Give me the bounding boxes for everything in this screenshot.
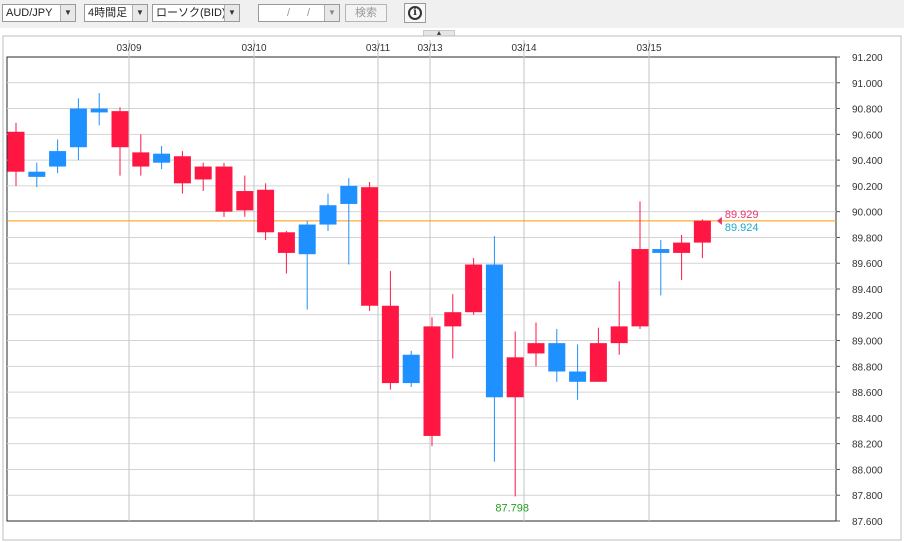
candle-body xyxy=(173,156,191,184)
candle-body xyxy=(444,312,462,327)
candle-body xyxy=(132,152,150,167)
currency-pair-select[interactable]: AUD/JPY ▼ xyxy=(2,4,76,22)
candle-body xyxy=(194,166,212,180)
candle-body xyxy=(506,357,524,398)
candle-body xyxy=(652,249,670,253)
candle-body xyxy=(548,343,566,372)
y-axis-tick-label: 88.000 xyxy=(852,465,883,476)
date-label: 03/15 xyxy=(636,43,661,54)
currency-pair-value: AUD/JPY xyxy=(6,7,53,19)
y-axis-tick-label: 89.200 xyxy=(852,311,883,322)
timeframe-value: 4時間足 xyxy=(88,7,128,19)
candle-body xyxy=(257,189,275,233)
date-label: 03/14 xyxy=(511,43,536,54)
y-axis-tick-label: 90.800 xyxy=(852,105,883,116)
date-label: 03/13 xyxy=(417,43,442,54)
chevron-down-icon: ▼ xyxy=(60,5,75,21)
candle-body xyxy=(631,249,649,327)
date-label: 03/10 xyxy=(241,43,266,54)
candlestick-chart: 03/09 03/10 03/11 03/13 03/14 03/15 91.200 91.0… xyxy=(2,35,902,541)
candle-body xyxy=(90,108,108,113)
y-axis-tick-label: 89.000 xyxy=(852,337,883,348)
candle-body xyxy=(236,191,254,211)
current-bid-label: 89.929 xyxy=(725,209,759,221)
candle-body xyxy=(215,166,233,212)
candle-body xyxy=(28,171,46,177)
candle-body xyxy=(340,185,358,204)
y-axis-tick-label: 88.400 xyxy=(852,414,883,425)
y-axis-tick-label: 91.000 xyxy=(852,79,883,90)
y-axis-tick-label: 91.200 xyxy=(852,53,883,64)
candle xyxy=(402,350,420,387)
candle-body xyxy=(49,151,67,167)
candle-body xyxy=(361,187,379,306)
y-axis-tick-label: 90.600 xyxy=(852,130,883,141)
y-axis-tick-label: 90.200 xyxy=(852,182,883,193)
candle-body xyxy=(569,371,587,382)
timeframe-select[interactable]: 4時間足 ▼ xyxy=(84,4,148,22)
candle-body xyxy=(381,305,399,384)
candle-body xyxy=(111,111,129,148)
y-axis-tick-label: 89.800 xyxy=(852,233,883,244)
current-ask-label: 89.924 xyxy=(725,222,759,234)
y-axis-tick-label: 88.600 xyxy=(852,388,883,399)
date-label: 03/09 xyxy=(116,43,141,54)
candle xyxy=(215,162,233,217)
date-separator: / xyxy=(307,7,311,19)
candle-body xyxy=(610,326,628,344)
candle xyxy=(361,182,379,311)
candle-body xyxy=(673,242,691,253)
candle-body xyxy=(298,224,316,255)
candle-body xyxy=(153,153,171,163)
chevron-down-icon: ▼ xyxy=(224,5,239,21)
y-axis-tick-label: 89.400 xyxy=(852,285,883,296)
info-icon: i xyxy=(408,6,422,20)
candle-body xyxy=(7,131,25,172)
y-axis-tick-label: 90.000 xyxy=(852,208,883,219)
chevron-down-icon: ▼ xyxy=(324,5,339,21)
y-axis-tick-label: 88.200 xyxy=(852,440,883,451)
y-axis-tick-label: 87.600 xyxy=(852,517,883,528)
candle-body xyxy=(277,232,295,253)
low-price-label: 87.798 xyxy=(495,503,529,515)
candle-body xyxy=(527,343,545,354)
date-input[interactable]: / / ▼ xyxy=(258,4,340,22)
info-button[interactable]: i xyxy=(404,3,426,23)
chart-style-value: ローソク(BID) xyxy=(156,7,226,19)
candle-body xyxy=(319,205,337,225)
candle-body xyxy=(693,220,711,243)
toolbar: AUD/JPY ▼ 4時間足 ▼ ローソク(BID) ▼ / / ▼ 検索 i xyxy=(0,0,904,28)
date-separator: / xyxy=(287,7,291,19)
candle-body xyxy=(423,326,441,436)
chevron-down-icon: ▼ xyxy=(132,5,147,21)
y-axis-tick-label: 87.800 xyxy=(852,491,883,502)
y-axis-tick-label: 89.600 xyxy=(852,259,883,270)
date-label: 03/11 xyxy=(366,43,391,54)
candle xyxy=(257,183,275,241)
candle xyxy=(465,258,483,315)
search-button[interactable]: 検索 xyxy=(345,4,387,22)
candle xyxy=(423,317,441,447)
candle-body xyxy=(402,354,420,384)
candle-body xyxy=(589,343,607,382)
y-axis-tick-label: 88.800 xyxy=(852,362,883,373)
candle-body xyxy=(465,264,483,313)
y-axis-tick-label: 90.400 xyxy=(852,156,883,167)
candle-body xyxy=(485,264,503,398)
chart-style-select[interactable]: ローソク(BID) ▼ xyxy=(152,4,240,22)
candle-body xyxy=(69,108,87,148)
